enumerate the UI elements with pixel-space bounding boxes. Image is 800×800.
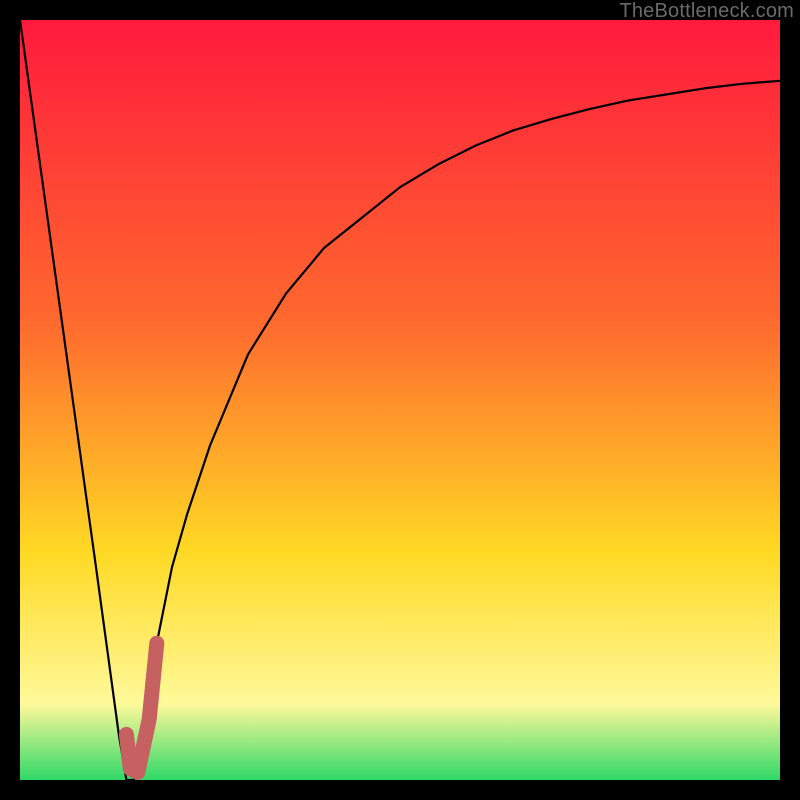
chart-svg — [20, 20, 780, 780]
chart-frame: TheBottleneck.com — [0, 0, 800, 800]
gradient-background — [20, 20, 780, 780]
plot-area — [20, 20, 780, 780]
watermark-text: TheBottleneck.com — [619, 0, 794, 23]
